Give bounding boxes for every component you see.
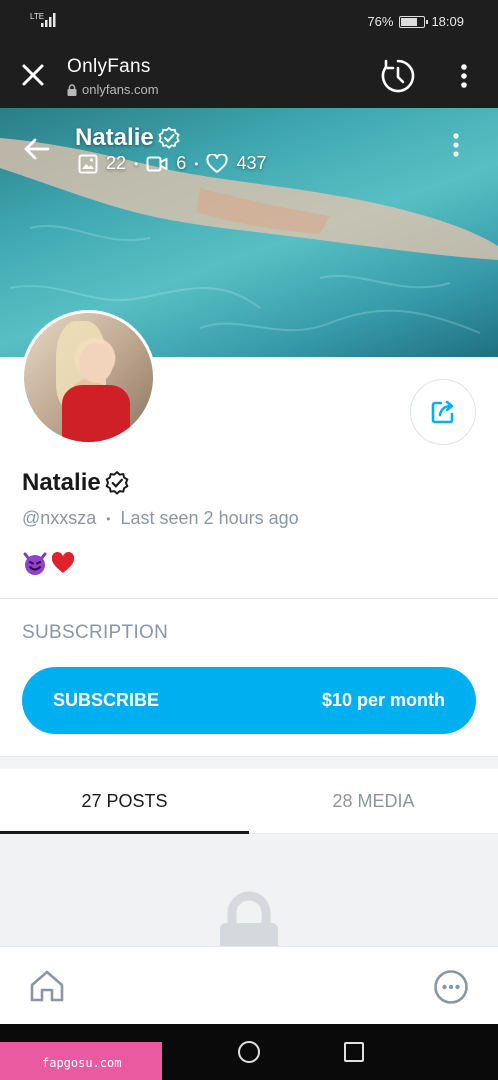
heart-icon — [206, 153, 229, 173]
red-heart-emoji — [51, 552, 75, 573]
lock-icon — [67, 83, 77, 96]
status-bar: LTE 76% 18:09 — [0, 0, 498, 42]
more-options-icon[interactable] — [433, 969, 469, 1005]
smiling-devil-emoji — [23, 552, 47, 575]
likes-count: 437 — [236, 153, 267, 173]
signal-icon — [41, 13, 56, 27]
browser-title: OnlyFans — [67, 56, 151, 77]
stat-separator: • — [134, 156, 139, 171]
battery-icon — [399, 15, 429, 28]
subscribe-button[interactable]: SUBSCRIBE $10 per month — [22, 667, 476, 734]
photos-count: 22 — [106, 153, 127, 173]
handle-separator: • — [106, 511, 111, 526]
videos-count: 6 — [176, 153, 187, 173]
avatar-face — [79, 343, 113, 383]
lock-icon — [220, 891, 278, 946]
avatar-outfit — [62, 385, 130, 442]
bottom-nav — [0, 946, 498, 1024]
browser-toolbar: OnlyFans onlyfans.com — [0, 42, 498, 108]
share-button[interactable] — [410, 379, 476, 445]
back-arrow-icon[interactable] — [22, 134, 52, 164]
subscribe-price: $10 per month — [321, 690, 445, 710]
clock: 18:09 — [431, 14, 464, 29]
profile-name-text: Natalie — [22, 469, 101, 496]
overflow-menu-icon[interactable] — [455, 62, 473, 90]
history-icon[interactable] — [380, 58, 416, 94]
stat-separator: • — [194, 156, 199, 171]
cover-stats: 22 • 6 • 437 — [78, 153, 267, 174]
home-icon[interactable] — [28, 967, 66, 1005]
battery-fill — [401, 17, 418, 26]
avatar[interactable] — [21, 310, 156, 445]
subscription-label: SUBSCRIPTION — [22, 622, 169, 643]
system-recents-icon[interactable] — [344, 1042, 364, 1062]
verified-icon — [105, 470, 129, 495]
battery-percent: 76% — [367, 14, 394, 29]
cover-name-text: Natalie — [75, 124, 154, 151]
tab-media[interactable]: 28 MEDIA — [249, 769, 498, 834]
url-text: onlyfans.com — [82, 82, 159, 97]
tab-posts[interactable]: 27 POSTS — [0, 769, 249, 834]
handle-row: @nxxsza • Last seen 2 hours ago — [22, 508, 299, 529]
close-icon[interactable] — [20, 62, 46, 88]
subscribe-label: SUBSCRIBE — [53, 690, 160, 710]
photo-icon — [78, 154, 98, 173]
video-icon — [146, 156, 168, 171]
bio — [22, 550, 76, 576]
username: @nxxsza — [22, 508, 97, 528]
last-seen: Last seen 2 hours ago — [120, 508, 299, 528]
watermark: fapgosu.com — [0, 1042, 162, 1080]
locked-content-area — [0, 834, 498, 946]
share-icon — [431, 400, 454, 424]
system-home-icon[interactable] — [238, 1041, 260, 1063]
profile-name: Natalie — [22, 469, 130, 497]
cover-name: Natalie — [75, 124, 181, 152]
verified-icon — [158, 126, 180, 149]
section-gap — [0, 757, 498, 769]
section-divider — [0, 598, 498, 599]
profile-menu-icon[interactable] — [447, 131, 465, 159]
content-tabs: 27 POSTS 28 MEDIA — [0, 769, 498, 834]
browser-url[interactable]: onlyfans.com — [67, 82, 159, 97]
